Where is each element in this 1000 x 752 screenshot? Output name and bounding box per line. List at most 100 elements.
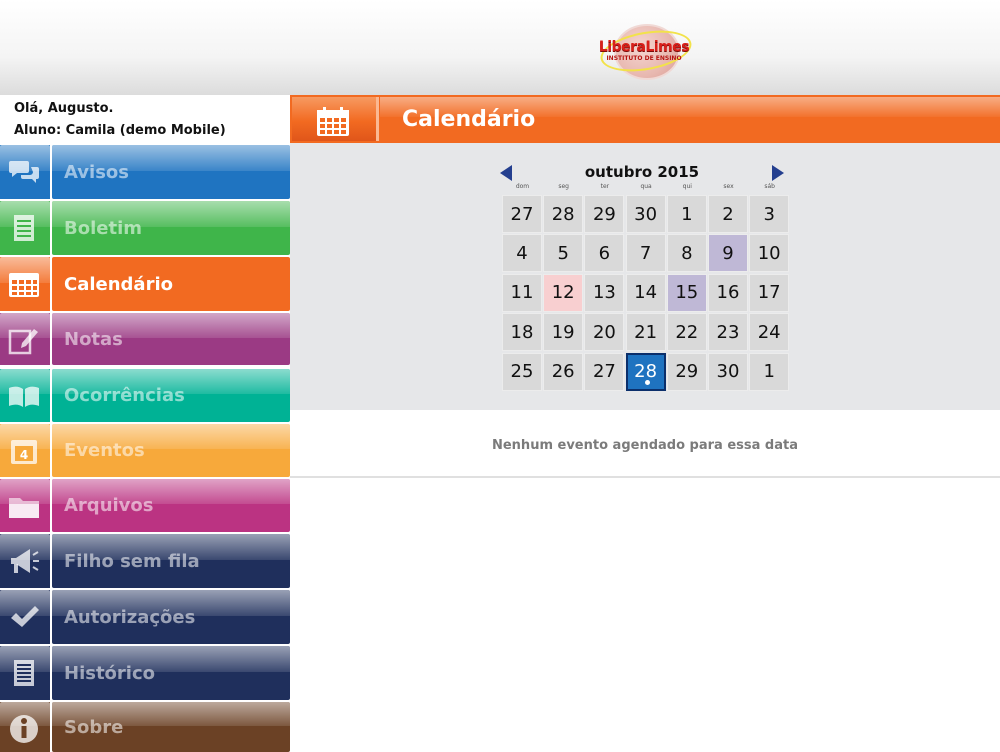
day-number: 7 (639, 242, 652, 264)
weekday-label: qua (640, 183, 652, 190)
weekday-label: qui (682, 183, 692, 190)
title-icon-box (292, 97, 379, 141)
calendar-day[interactable]: 21 (625, 313, 666, 352)
calendar-day[interactable]: 14 (625, 273, 666, 312)
calendar-day[interactable]: 22 (666, 313, 707, 352)
sidebar-icon-box (0, 257, 50, 311)
sidebar-item-autorizacoes[interactable]: Autorizações (0, 590, 290, 644)
megaphone-icon (11, 549, 39, 573)
edit-note-icon (8, 329, 38, 355)
greeting-text: Olá, Augusto. (14, 101, 114, 116)
calendar-day[interactable]: 3 (749, 195, 790, 233)
day-number: 3 (763, 203, 775, 225)
day-number: 5 (557, 242, 569, 264)
calendar-day[interactable]: 8 (666, 234, 707, 273)
sidebar-label-box: Arquivos (52, 479, 290, 532)
day-number: 1 (681, 203, 693, 225)
events-panel: Nenhum evento agendado para essa data (290, 410, 1000, 478)
calendar-day[interactable]: 23 (708, 313, 748, 352)
day-number: 28 (551, 203, 575, 225)
student-text: Aluno: Camila (demo Mobile) (14, 123, 226, 138)
weekday-header-row: dom seg ter qua qui sex sáb (502, 183, 790, 193)
calendar-day[interactable]: 2 (708, 195, 748, 233)
day-number: 6 (598, 242, 611, 264)
sidebar-item-label: Calendário (64, 273, 173, 295)
calendar-icon (317, 107, 349, 136)
event-dot-icon (644, 379, 650, 385)
info-icon (10, 715, 38, 743)
page-title: Calendário (402, 106, 536, 132)
calendar-day[interactable]: 16 (708, 273, 748, 312)
sidebar-item-label: Avisos (64, 161, 129, 183)
calendar-widget: outubro 2015 dom seg ter qua qui sex sáb 27 28 2… (290, 143, 1000, 410)
svg-text:4: 4 (20, 448, 28, 462)
calendar-day[interactable]: 17 (749, 273, 790, 312)
day-number: 8 (681, 242, 693, 264)
weekday-label: ter (600, 183, 610, 190)
day-number: 1 (763, 361, 775, 383)
folder-icon (9, 498, 39, 518)
sidebar-item-boletim[interactable]: Boletim (0, 201, 290, 255)
sidebar-item-label: Boletim (64, 217, 142, 239)
day-number: 22 (675, 321, 699, 343)
calendar-day[interactable]: 7 (625, 234, 666, 273)
calendar-day[interactable]: 10 (749, 234, 790, 273)
calendar-day[interactable]: 12 (543, 273, 584, 312)
day-number: 11 (510, 282, 534, 304)
calendar-day[interactable]: 9 (708, 234, 748, 273)
sidebar-item-sobre[interactable]: Sobre (0, 702, 290, 752)
sidebar-item-label: Autorizações (64, 606, 196, 628)
calendar-day[interactable]: 18 (502, 313, 542, 352)
day-number: 9 (722, 242, 734, 264)
day-number: 29 (592, 203, 616, 225)
page-title-bar: Calendário (290, 95, 1000, 143)
next-month-arrow-icon[interactable] (772, 165, 784, 181)
sidebar-item-label: Filho sem fila (64, 550, 200, 572)
calendar-day[interactable]: 27 (502, 195, 542, 233)
sidebar-label-box: Notas (52, 313, 290, 365)
calendar-day[interactable]: 1 (749, 352, 790, 391)
day-number: 10 (757, 242, 781, 264)
calendar-day[interactable]: 6 (584, 234, 625, 273)
calendar-day[interactable]: 30 (625, 195, 666, 233)
day-number: 26 (551, 361, 575, 383)
calendar-day[interactable]: 27 (584, 352, 625, 391)
sidebar-label-box: Avisos (52, 145, 290, 199)
sidebar-icon-box (0, 590, 50, 644)
calendar-day[interactable]: 20 (584, 313, 625, 352)
sidebar-item-filho-sem-fila[interactable]: Filho sem fila (0, 534, 290, 588)
calendar-day[interactable]: 13 (584, 273, 625, 312)
calendar-day[interactable]: 29 (666, 352, 707, 391)
sidebar-item-arquivos[interactable]: Arquivos (0, 479, 290, 532)
no-events-message: Nenhum evento agendado para essa data (491, 438, 798, 453)
calendar-day[interactable]: 19 (543, 313, 584, 352)
calendar-day[interactable]: 26 (543, 352, 584, 391)
sidebar-icon-box (0, 201, 50, 255)
sidebar-item-avisos[interactable]: Avisos (0, 145, 290, 199)
sidebar-label-box: Eventos (52, 424, 290, 477)
calendar-day[interactable]: 30 (708, 352, 748, 391)
calendar-day[interactable]: 4 (502, 234, 542, 273)
sidebar-item-calendario[interactable]: Calendário (0, 257, 290, 311)
calendar-day[interactable]: 28 (543, 195, 584, 233)
calendar-day[interactable]: 11 (502, 273, 542, 312)
calendar-day[interactable]: 1 (666, 195, 707, 233)
calendar-day[interactable]: 24 (749, 313, 790, 352)
chat-bubbles-icon (9, 161, 39, 183)
calendar-day[interactable]: 25 (502, 352, 542, 391)
calendar-day[interactable]: 29 (584, 195, 625, 233)
sidebar-icon-box (0, 145, 50, 199)
day-number: 19 (551, 321, 575, 343)
sidebar-item-ocorrencias[interactable]: Ocorrências (0, 369, 290, 422)
sidebar-item-eventos[interactable]: 4 Eventos (0, 424, 290, 477)
sidebar-item-label: Notas (64, 328, 123, 350)
calendar-day-selected[interactable]: 28 (625, 352, 666, 391)
sidebar-item-historico[interactable]: Histórico (0, 646, 290, 700)
calendar-day[interactable]: 15 (666, 273, 707, 312)
weekday-label: seg (558, 183, 569, 190)
day-number: 14 (634, 282, 658, 304)
weekday-label: sáb (764, 183, 775, 190)
sidebar-item-notas[interactable]: Notas (0, 313, 290, 365)
calendar-day[interactable]: 5 (543, 234, 584, 273)
calendar-day-grid: 27 28 29 30 1 2 3 4 5 6 7 8 9 10 11 12 13 14 15 16 17 18 19 20 2… (502, 195, 790, 392)
